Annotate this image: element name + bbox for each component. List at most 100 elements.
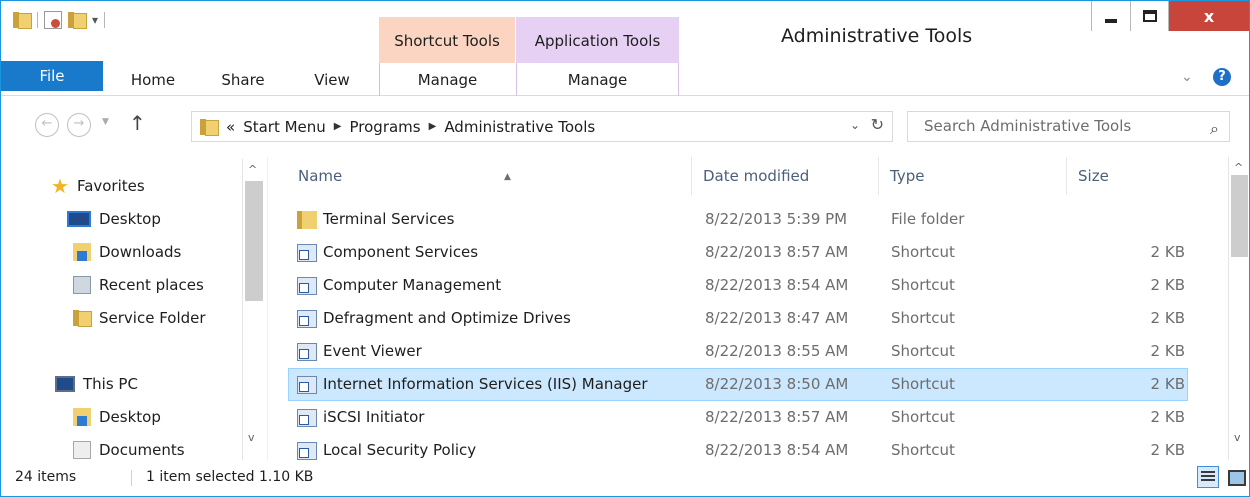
nav-item-recent-places[interactable]: Recent places: [73, 276, 204, 294]
file-name-cell[interactable]: Computer Management: [297, 270, 501, 301]
nav-scroll-thumb[interactable]: [245, 181, 263, 301]
iscsi-icon: [297, 408, 317, 427]
maximize-button[interactable]: [1130, 1, 1168, 31]
file-type: Shortcut: [891, 408, 955, 426]
file-scrollbar[interactable]: ^ v: [1228, 157, 1249, 460]
tab-home[interactable]: Home: [123, 63, 183, 96]
nav-item-desktop[interactable]: Desktop: [67, 210, 161, 228]
explorer-window: ▾ Shortcut Tools Application Tools Admin…: [0, 0, 1250, 497]
file-name-cell[interactable]: iSCSI Initiator: [297, 402, 424, 433]
tab-file[interactable]: File: [1, 61, 103, 91]
nav-item-this-pc-desktop[interactable]: Desktop: [73, 408, 161, 426]
breadcrumb-programs[interactable]: Programs: [350, 118, 421, 136]
recent-locations-icon[interactable]: ▼: [102, 117, 109, 127]
table-row[interactable]: Event Viewer 8/22/2013 8:55 AM Shortcut 2 K…: [288, 335, 1188, 368]
recent-places-icon: [73, 276, 91, 294]
scroll-up-icon[interactable]: ^: [1234, 161, 1243, 174]
tab-view[interactable]: View: [301, 63, 363, 96]
documents-icon: [73, 441, 91, 459]
forward-button[interactable]: →: [67, 113, 91, 137]
file-name-cell[interactable]: Defragment and Optimize Drives: [297, 303, 571, 334]
file-date: 8/22/2013 8:50 AM: [705, 375, 849, 393]
tab-shortcut-manage[interactable]: Manage: [379, 63, 515, 96]
ribbon-tabs: File Home Share View Manage Manage ⌄ ?: [1, 61, 1249, 96]
navigation-bar: ← → ▼ ↑ « Start Menu ▶ Programs ▶ Admini…: [1, 97, 1249, 157]
file-name-cell[interactable]: Component Services: [297, 237, 478, 268]
table-row[interactable]: Component Services 8/22/2013 8:57 AM Short…: [288, 236, 1188, 269]
customize-toolbar-icon[interactable]: ▾: [92, 13, 98, 27]
new-folder-icon[interactable]: [68, 12, 87, 29]
file-type: Shortcut: [891, 243, 955, 261]
search-placeholder: Search Administrative Tools: [924, 117, 1132, 135]
file-name-cell[interactable]: Terminal Services: [297, 204, 454, 235]
status-bar: 24 items 1 item selected 1.10 KB: [1, 460, 1249, 496]
star-icon: ★: [51, 174, 69, 198]
table-row[interactable]: Local Security Policy 8/22/2013 8:54 AM Sh…: [288, 434, 1188, 460]
large-icons-view-icon[interactable]: [1225, 466, 1247, 488]
close-button[interactable]: x: [1168, 1, 1249, 31]
file-name-cell[interactable]: Local Security Policy: [297, 435, 476, 460]
nav-item-downloads[interactable]: Downloads: [73, 243, 181, 261]
column-header-size[interactable]: Size: [1068, 157, 1194, 195]
file-size: [1089, 204, 1185, 235]
file-name-cell[interactable]: Internet Information Services (IIS) Mana…: [297, 369, 648, 400]
nav-this-pc[interactable]: This PC: [55, 375, 138, 393]
file-type: Shortcut: [891, 441, 955, 459]
toolbar-divider: [104, 12, 106, 28]
scroll-up-icon[interactable]: ^: [248, 163, 257, 176]
column-header-type[interactable]: Type: [880, 157, 1067, 195]
shortcut-tools-label: Shortcut Tools: [394, 32, 500, 50]
breadcrumb-separator-icon[interactable]: ▶: [334, 121, 342, 132]
file-size: 2 KB: [1150, 375, 1185, 393]
up-button[interactable]: ↑: [129, 111, 146, 135]
nav-scrollbar[interactable]: ^ v: [242, 159, 264, 460]
table-row[interactable]: Terminal Services 8/22/2013 5:39 PM File f…: [288, 203, 1188, 236]
toolbar-divider: [37, 12, 38, 28]
search-icon[interactable]: ⌕: [1210, 114, 1219, 143]
defragment-icon: [297, 309, 317, 328]
nav-item-documents[interactable]: Documents: [73, 441, 185, 459]
nav-item-service-folder[interactable]: Service Folder: [73, 309, 206, 327]
file-date: 8/22/2013 5:39 PM: [705, 210, 848, 228]
address-history-icon[interactable]: ⌄: [850, 118, 860, 132]
maximize-icon: [1142, 10, 1157, 22]
nav-this-pc-label: This PC: [83, 375, 138, 393]
minimize-button[interactable]: [1091, 1, 1130, 31]
breadcrumb-overflow[interactable]: «: [226, 118, 235, 136]
expand-ribbon-icon[interactable]: ⌄: [1181, 69, 1193, 85]
breadcrumb-separator-icon[interactable]: ▶: [429, 121, 437, 132]
breadcrumb-start-menu[interactable]: Start Menu: [243, 118, 326, 136]
help-icon[interactable]: ?: [1213, 68, 1231, 86]
details-view-icon[interactable]: [1197, 466, 1219, 488]
back-button[interactable]: ←: [35, 113, 59, 137]
file-scroll-thumb[interactable]: [1231, 175, 1248, 257]
file-name-cell[interactable]: Event Viewer: [297, 336, 422, 367]
desktop-folder-icon: [73, 408, 91, 426]
status-divider: [131, 470, 132, 486]
column-header-name[interactable]: ▲ Name: [288, 157, 692, 195]
tab-application-manage[interactable]: Manage: [516, 63, 679, 96]
table-row[interactable]: Internet Information Services (IIS) Mana…: [288, 368, 1188, 401]
quick-access-toolbar: ▾: [13, 9, 106, 31]
folder-icon: [297, 210, 317, 229]
refresh-icon[interactable]: ↻: [871, 115, 884, 134]
search-input[interactable]: Search Administrative Tools ⌕: [907, 111, 1230, 142]
properties-icon[interactable]: [44, 11, 62, 29]
address-bar[interactable]: « Start Menu ▶ Programs ▶ Administrative…: [191, 111, 893, 142]
column-header-date[interactable]: Date modified: [693, 157, 879, 195]
file-type: Shortcut: [891, 309, 955, 327]
window-title: Administrative Tools: [781, 25, 973, 47]
table-row[interactable]: Computer Management 8/22/2013 8:54 AM Shor…: [288, 269, 1188, 302]
breadcrumb-administrative-tools[interactable]: Administrative Tools: [444, 118, 595, 136]
tab-share[interactable]: Share: [213, 63, 273, 96]
folder-icon: [73, 310, 92, 327]
file-type: File folder: [891, 210, 965, 228]
folder-icon[interactable]: [13, 12, 32, 29]
table-row[interactable]: iSCSI Initiator 8/22/2013 8:57 AM Shortcut…: [288, 401, 1188, 434]
table-row[interactable]: Defragment and Optimize Drives 8/22/2013 …: [288, 302, 1188, 335]
nav-favorites[interactable]: ★ Favorites: [51, 174, 145, 198]
scroll-down-icon[interactable]: v: [248, 431, 255, 444]
scroll-down-icon[interactable]: v: [1234, 431, 1241, 444]
file-date: 8/22/2013 8:57 AM: [705, 243, 849, 261]
computer-management-icon: [297, 276, 317, 295]
